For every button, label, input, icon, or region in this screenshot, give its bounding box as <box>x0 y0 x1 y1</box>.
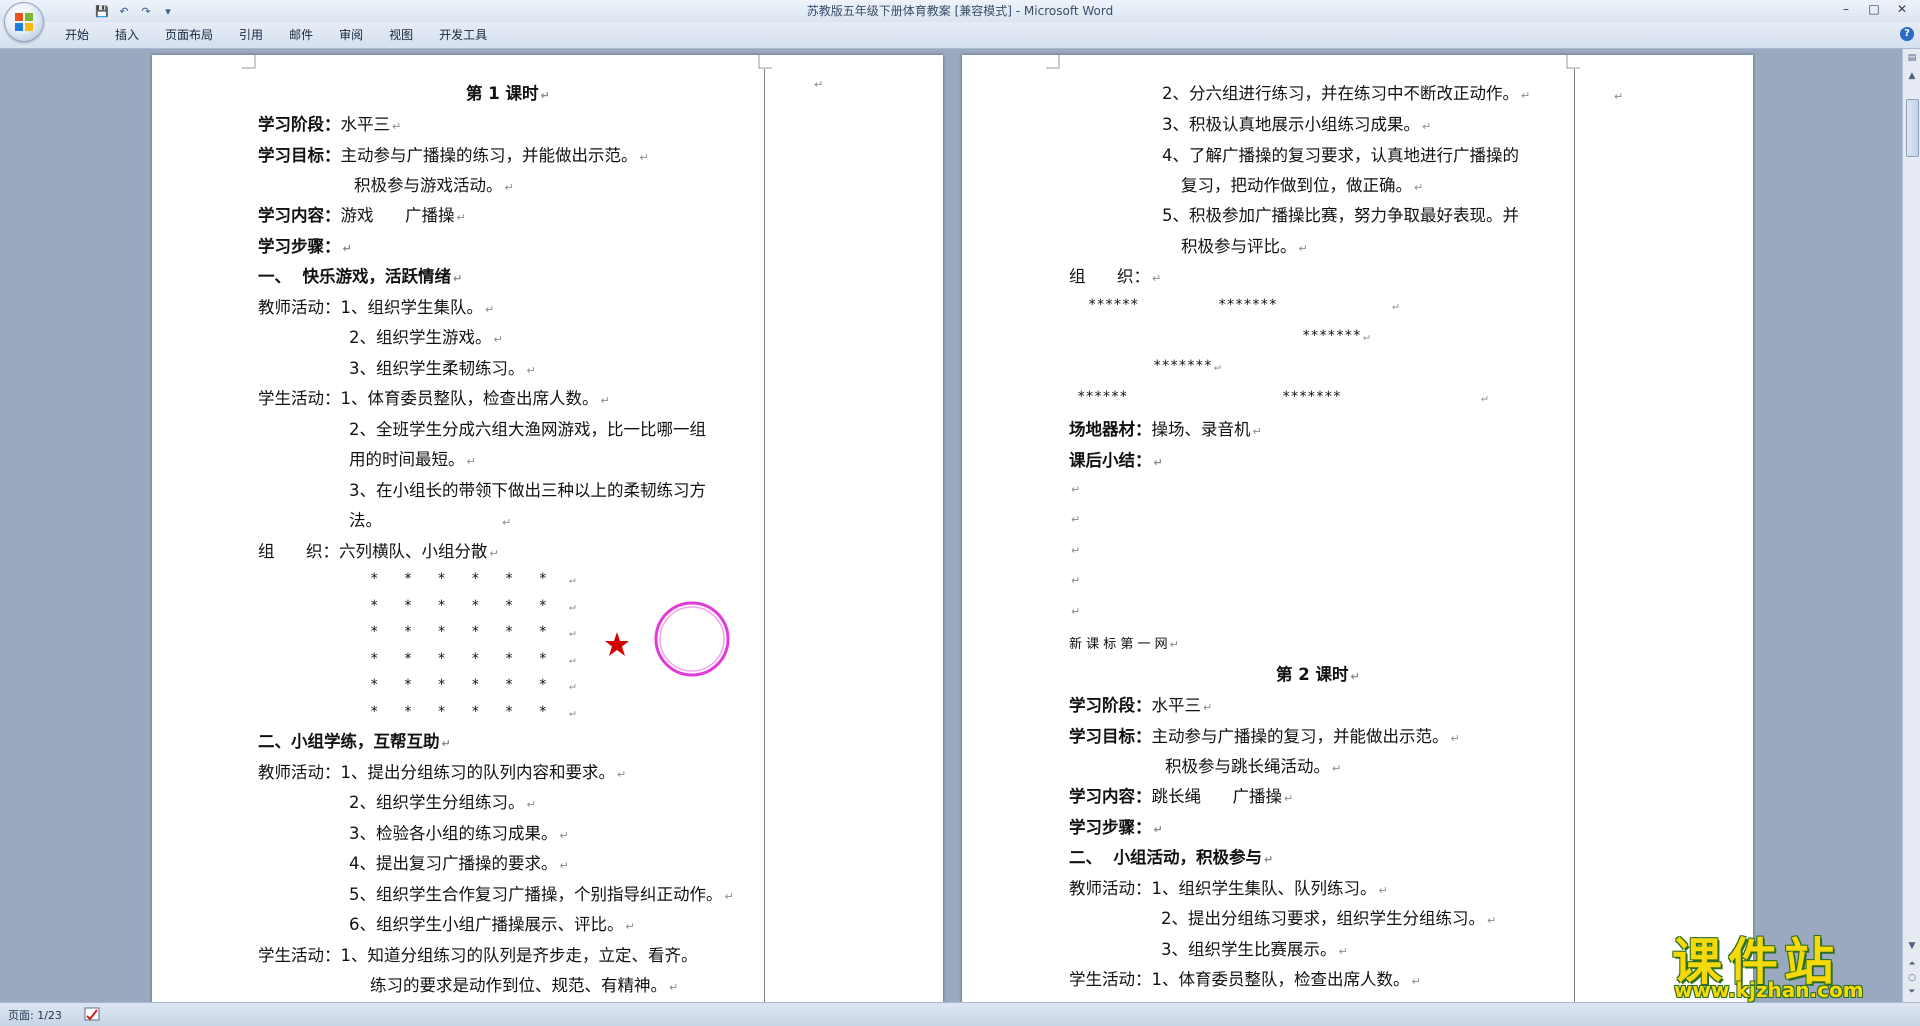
teacher-activity-row: 4、提出复习广播操的要求。 ↵ <box>349 854 569 873</box>
tab-view[interactable]: 视图 <box>376 22 426 48</box>
paragraph-mark: ↵ <box>1071 513 1081 526</box>
student-activity-row: 法。 ↵ <box>349 511 512 530</box>
teacher-activity-row: 教师活动：1、提出分组练习的队列内容和要求。 ↵ <box>258 763 627 782</box>
teacher-activity-row: 3、组织学生比赛展示。 ↵ <box>1161 940 1348 959</box>
window-title: 苏教版五年级下册体育教案 [兼容模式] - Microsoft Word <box>806 4 1114 18</box>
lesson-title: 第 1 课时 ↵ <box>466 84 550 103</box>
teacher-activity-row: 2、组织学生分组练习。 ↵ <box>349 793 536 812</box>
student-activity-row: 用的时间最短。 ↵ <box>349 450 476 469</box>
margin-corner-mark <box>1566 55 1580 69</box>
paragraph-mark: ↵ <box>1071 544 1081 557</box>
teacher-activity-row: 教师活动：1、组织学生集队、队列练习。 ↵ <box>1069 879 1388 898</box>
document-page-2[interactable]: ↵ 2、分六组进行练习，并在练习中不断改正动作。 ↵ 3、积极认真地展示小组练习成… <box>962 55 1753 1002</box>
student-activity-row: 5、积极参加广播操比赛，努力争取最好表现。并 <box>1162 206 1519 225</box>
status-bar: 页面: 1/23 <box>0 1002 1920 1026</box>
goal-row-2: 积极参与游戏活动。 ↵ <box>354 176 514 195</box>
student-activity-row: 学生活动：1、知道分组练习的队列是齐步走，立定、看齐。 <box>258 946 698 965</box>
goal-row: 学习目标：主动参与广播操的练习，并能做出示范。 ↵ <box>258 146 649 165</box>
goal-row-2: 积极参与跳长绳活动。 ↵ <box>1165 757 1342 776</box>
teacher-activity-row: 教师活动：1、组织学生集队。 ↵ <box>258 298 495 317</box>
student-activity-row: 2、全班学生分成六组大渔网游戏，比一比哪一组 <box>349 420 706 439</box>
teacher-activity-row: 3、组织学生柔韧练习。 ↵ <box>349 359 536 378</box>
student-activity-row: 练习的要求是动作到位、规范、有精神。 ↵ <box>370 976 679 995</box>
previous-page-icon[interactable]: ⏶ <box>1905 957 1919 971</box>
student-activity-row: 复习，把动作做到位，做正确。 ↵ <box>1181 176 1424 195</box>
paragraph-mark: ↵ <box>1614 90 1624 103</box>
content-row: 学习内容：跳长绳 广播操 ↵ <box>1069 787 1294 806</box>
title-bar: 💾 ↶ ↷ ▾ 苏教版五年级下册体育教案 [兼容模式] - Microsoft … <box>0 0 1920 23</box>
document-workspace[interactable]: ↵ 第 1 课时 ↵ 学习阶段：水平三 ↵ 学习目标：主动参与广播操的练习，并能做出… <box>0 49 1902 1002</box>
stage-row: 学习阶段：水平三 ↵ <box>258 115 402 134</box>
next-page-icon[interactable]: ⏷ <box>1905 985 1919 999</box>
window-controls: – □ ✕ <box>1832 0 1916 20</box>
text-box-border <box>1574 69 1575 1002</box>
scroll-down-icon[interactable]: ▼ <box>1905 939 1919 953</box>
student-activity-row: 2、分六组进行练习，并在练习中不断改正动作。 ↵ <box>1162 84 1531 103</box>
organization-row: 组 织：六列横队、小组分散 ↵ <box>258 542 499 561</box>
teacher-activity-row: 2、组织学生游戏。 ↵ <box>349 328 503 347</box>
teacher-activity-row: 2、提出分组练习要求，组织学生分组练习。 ↵ <box>1161 909 1497 928</box>
student-activity-row: 4、了解广播操的复习要求，认真地进行广播操的 <box>1162 146 1519 165</box>
margin-corner-mark <box>242 55 256 69</box>
office-button[interactable] <box>4 2 44 42</box>
tab-developer[interactable]: 开发工具 <box>426 22 500 48</box>
teacher-activity-row: 5、组织学生合作复习广播操，个别指导纠正动作。 ↵ <box>349 885 734 904</box>
kjzhan-logo: 课件站 www.kjzhan.com <box>1668 922 1900 1002</box>
content-row: 学习内容：游戏 广播操 ↵ <box>258 206 466 225</box>
tab-page-layout[interactable]: 页面布局 <box>152 22 226 48</box>
page-count[interactable]: 页面: 1/23 <box>8 1007 62 1023</box>
text-box-border <box>764 69 765 1002</box>
paragraph-mark: ↵ <box>1071 483 1081 496</box>
steps-label: 学习步骤： ↵ <box>1069 818 1163 837</box>
office-logo-icon <box>15 13 33 31</box>
section-heading-1: 一、 快乐游戏，活跃情绪 ↵ <box>258 267 463 286</box>
paragraph-mark: ↵ <box>814 78 824 91</box>
goal-row: 学习目标：主动参与广播操的复习，并能做出示范。 ↵ <box>1069 727 1460 746</box>
scroll-up-icon[interactable]: ▲ <box>1905 69 1919 83</box>
student-activity-row: 3、积极认真地展示小组练习成果。 ↵ <box>1162 115 1432 134</box>
section-heading-2: 二、小组学练，互帮互助 ↵ <box>258 732 451 751</box>
tab-review[interactable]: 审阅 <box>326 22 376 48</box>
site-note: 新 课 标 第 一 网 ↵ <box>1069 637 1179 652</box>
ribbon-tab-bar: 开始 插入 页面布局 引用 邮件 审阅 视图 开发工具 ? <box>0 22 1920 49</box>
help-icon[interactable]: ? <box>1900 27 1914 41</box>
tab-insert[interactable]: 插入 <box>102 22 152 48</box>
student-activity-row: 学生活动：1、体育委员整队，检查出席人数。 ↵ <box>258 389 610 408</box>
student-activity-row: 积极参与评比。 ↵ <box>1181 237 1308 256</box>
proofing-icon[interactable] <box>84 1007 100 1021</box>
maximize-button[interactable]: □ <box>1860 0 1888 18</box>
scroll-thumb[interactable] <box>1906 99 1919 157</box>
browse-object-icon[interactable]: ○ <box>1905 971 1919 985</box>
teacher-activity-row: 6、组织学生小组广播操展示、评比。 ↵ <box>349 915 635 934</box>
tab-mailings[interactable]: 邮件 <box>276 22 326 48</box>
steps-label: 学习步骤： ↵ <box>258 237 352 256</box>
paragraph-mark: ↵ <box>1071 574 1081 587</box>
teacher-activity-row: 3、检验各小组的练习成果。 ↵ <box>349 824 569 843</box>
equipment-row: 场地器材：操场、录音机 ↵ <box>1069 420 1262 439</box>
minimize-button[interactable]: – <box>1832 0 1860 18</box>
document-page-1[interactable]: ↵ 第 1 课时 ↵ 学习阶段：水平三 ↵ 学习目标：主动参与广播操的练习，并能做出… <box>152 55 943 1002</box>
stage-row: 学习阶段：水平三 ↵ <box>1069 696 1213 715</box>
student-activity-row: 学生活动：1、体育委员整队，检查出席人数。 ↵ <box>1069 970 1421 989</box>
ruler-toggle-icon[interactable]: ▤ <box>1905 51 1919 65</box>
tab-references[interactable]: 引用 <box>226 22 276 48</box>
vertical-scrollbar[interactable]: ▤ ▲ ▼ ⏶ ○ ⏷ <box>1902 49 1920 1002</box>
logo-url: www.kjzhan.com <box>1674 978 1864 1002</box>
close-button[interactable]: ✕ <box>1888 0 1916 18</box>
student-activity-row: 3、在小组长的带领下做出三种以上的柔韧练习方 <box>349 481 706 500</box>
organization-row: 组 织： ↵ <box>1069 267 1162 286</box>
margin-corner-mark <box>758 55 772 69</box>
section-heading: 二、 小组活动，积极参与 ↵ <box>1069 848 1274 867</box>
teacher-star-icon <box>605 632 629 656</box>
margin-corner-mark <box>1046 55 1060 69</box>
paragraph-mark: ↵ <box>1071 605 1081 618</box>
summary-label: 课后小结： ↵ <box>1069 451 1163 470</box>
lesson-title-2: 第 2 课时 ↵ <box>1276 665 1360 684</box>
tab-home[interactable]: 开始 <box>52 22 102 48</box>
circle-formation-icon <box>654 601 730 677</box>
